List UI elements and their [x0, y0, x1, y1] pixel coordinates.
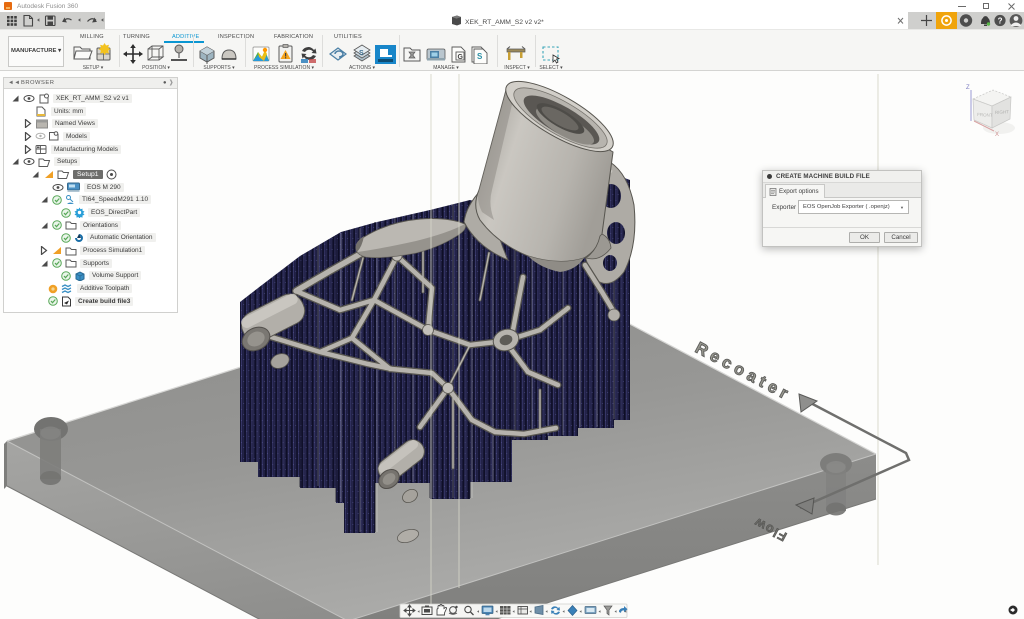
svg-text:S: S: [477, 52, 483, 61]
svg-text:Z: Z: [966, 85, 970, 91]
svg-text:RIGHT: RIGHT: [995, 109, 1009, 115]
svg-text:G: G: [458, 54, 464, 61]
svg-text:S: S: [359, 50, 364, 57]
svg-text:FRONT: FRONT: [977, 112, 993, 118]
svg-text:XEK_RT_AMM_S2 v2 v2*: XEK_RT_AMM_S2 v2 v2*: [465, 19, 544, 26]
svg-text:?: ?: [998, 16, 1003, 25]
svg-text:X: X: [995, 132, 999, 138]
